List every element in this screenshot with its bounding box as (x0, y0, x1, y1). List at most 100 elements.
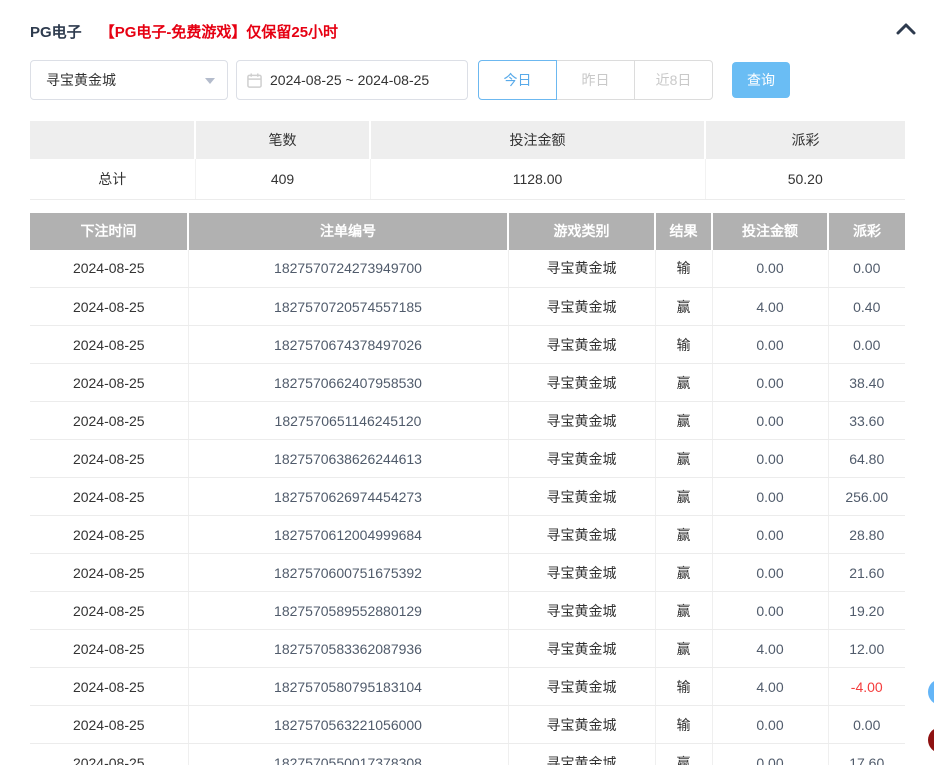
quick-date-button-2[interactable]: 近8日 (634, 60, 713, 100)
order-id-cell: 1827570638626244613 (188, 439, 509, 478)
filter-row: 寻宝黄金城 2024-08-25 ~ 2024-08-25 今日 昨日 近8日 查询 (30, 60, 904, 100)
bet-amount-cell: 4.00 (712, 667, 829, 706)
bet-time-cell: 2024-08-25 (30, 591, 189, 630)
bet-time-cell: 2024-08-25 (30, 249, 189, 288)
table-row: 2024-08-25 1827570612004999684 寻宝黄金城赢 0.00 2… (30, 515, 905, 554)
game-type-cell: 寻宝黄金城 (508, 477, 656, 516)
bet-amount-cell: 0.00 (712, 325, 829, 364)
payout-cell: 28.80 (828, 515, 905, 554)
bet-amount-cell: 4.00 (712, 629, 829, 668)
table-row: 2024-08-25 1827570589552880129 寻宝黄金城赢 0.00 1… (30, 591, 905, 630)
game-type-cell: 寻宝黄金城 (508, 249, 656, 288)
top-bar: PG电子 【PG电子-免费游戏】仅保留25小时 (0, 0, 934, 42)
bet-time-cell: 2024-08-25 (30, 629, 189, 668)
result-cell: 赢 (655, 287, 713, 326)
result-cell: 赢 (655, 591, 713, 630)
payout-cell: 0.00 (828, 325, 905, 364)
order-id-cell: 1827570662407958530 (188, 363, 509, 402)
records-table: 下注时间 注单编号 游戏类别 结果 投注金额 派彩 2024-08-25 1827… (30, 212, 905, 765)
bet-time-cell: 2024-08-25 (30, 439, 189, 478)
summary-total-label: 总计 (30, 159, 196, 200)
bet-time-cell: 2024-08-25 (30, 515, 189, 554)
page-title: PG电子 (30, 23, 82, 41)
bet-amount-cell: 0.00 (712, 743, 829, 765)
floating-service-icon[interactable] (928, 679, 934, 705)
result-cell: 输 (655, 705, 713, 744)
order-id-cell: 1827570563221056000 (188, 705, 509, 744)
order-id-cell: 1827570580795183104 (188, 667, 509, 706)
result-cell: 输 (655, 667, 713, 706)
game-type-cell: 寻宝黄金城 (508, 363, 656, 402)
quick-date-button-0[interactable]: 今日 (478, 60, 557, 100)
table-row: 2024-08-25 1827570563221056000 寻宝黄金城输 0.00 0… (30, 705, 905, 744)
column-header-order-id: 注单编号 (188, 212, 509, 250)
bet-amount-cell: 4.00 (712, 287, 829, 326)
column-header-result: 结果 (655, 212, 713, 250)
order-id-cell: 1827570589552880129 (188, 591, 509, 630)
bet-amount-cell: 0.00 (712, 401, 829, 440)
table-row: 2024-08-25 1827570674378497026 寻宝黄金城输 0.00 0… (30, 325, 905, 364)
bet-time-cell: 2024-08-25 (30, 553, 189, 592)
payout-cell: 256.00 (828, 477, 905, 516)
bet-amount-cell: 0.00 (712, 477, 829, 516)
game-type-cell: 寻宝黄金城 (508, 553, 656, 592)
table-row: 2024-08-25 1827570720574557185 寻宝黄金城赢 4.00 0… (30, 287, 905, 326)
summary-header-bet-amount: 投注金额 (370, 121, 706, 159)
payout-cell: 12.00 (828, 629, 905, 668)
bet-amount-cell: 0.00 (712, 249, 829, 288)
game-type-cell: 寻宝黄金城 (508, 325, 656, 364)
bet-time-cell: 2024-08-25 (30, 325, 189, 364)
result-cell: 赢 (655, 401, 713, 440)
bet-time-cell: 2024-08-25 (30, 667, 189, 706)
quick-date-button-1[interactable]: 昨日 (556, 60, 635, 100)
notice-text: 【PG电子-免费游戏】仅保留25小时 (99, 23, 339, 41)
search-button[interactable]: 查询 (732, 62, 790, 98)
order-id-cell: 1827570583362087936 (188, 629, 509, 668)
order-id-cell: 1827570720574557185 (188, 287, 509, 326)
order-id-cell: 1827570600751675392 (188, 553, 509, 592)
game-select-value: 寻宝黄金城 (46, 72, 116, 88)
table-row: 2024-08-25 1827570600751675392 寻宝黄金城赢 0.00 2… (30, 553, 905, 592)
bet-time-cell: 2024-08-25 (30, 705, 189, 744)
chevron-down-icon (205, 78, 215, 84)
game-type-cell: 寻宝黄金城 (508, 287, 656, 326)
payout-cell: 0.00 (828, 705, 905, 744)
bet-time-cell: 2024-08-25 (30, 477, 189, 516)
payout-cell: 17.60 (828, 743, 905, 765)
game-type-cell: 寻宝黄金城 (508, 591, 656, 630)
game-select[interactable]: 寻宝黄金城 (30, 60, 228, 100)
bet-amount-cell: 0.00 (712, 439, 829, 478)
column-header-bet-time: 下注时间 (30, 212, 189, 250)
bet-time-cell: 2024-08-25 (30, 287, 189, 326)
game-type-cell: 寻宝黄金城 (508, 401, 656, 440)
table-row: 2024-08-25 1827570583362087936 寻宝黄金城赢 4.00 1… (30, 629, 905, 668)
summary-total-bet-amount: 1128.00 (370, 159, 706, 200)
bet-time-cell: 2024-08-25 (30, 401, 189, 440)
summary-header-empty (30, 121, 196, 159)
result-cell: 赢 (655, 515, 713, 554)
floating-widget-icon[interactable] (928, 727, 934, 753)
order-id-cell: 1827570612004999684 (188, 515, 509, 554)
bet-amount-cell: 0.00 (712, 553, 829, 592)
date-range-input[interactable]: 2024-08-25 ~ 2024-08-25 (236, 60, 468, 100)
summary-total-count: 409 (195, 159, 371, 200)
result-cell: 赢 (655, 553, 713, 592)
game-type-cell: 寻宝黄金城 (508, 705, 656, 744)
order-id-cell: 1827570651146245120 (188, 401, 509, 440)
order-id-cell: 1827570724273949700 (188, 249, 509, 288)
table-row: 2024-08-25 1827570724273949700 寻宝黄金城输 0.00 0… (30, 249, 905, 288)
betting-records-page: PG电子 【PG电子-免费游戏】仅保留25小时 寻宝黄金城 2024-08-25… (0, 0, 934, 765)
result-cell: 赢 (655, 363, 713, 402)
summary-total-row: 总计 409 1128.00 50.20 (30, 159, 905, 200)
game-type-cell: 寻宝黄金城 (508, 743, 656, 765)
date-range-value: 2024-08-25 ~ 2024-08-25 (270, 72, 430, 88)
bet-amount-cell: 0.00 (712, 705, 829, 744)
collapse-chevron-up-icon[interactable] (895, 18, 917, 40)
payout-cell: 33.60 (828, 401, 905, 440)
result-cell: 赢 (655, 477, 713, 516)
summary-table: 笔数 投注金额 派彩 总计 409 1128.00 50.20 (30, 121, 905, 200)
order-id-cell: 1827570550017378308 (188, 743, 509, 765)
game-type-cell: 寻宝黄金城 (508, 515, 656, 554)
result-cell: 赢 (655, 743, 713, 765)
result-cell: 赢 (655, 439, 713, 478)
